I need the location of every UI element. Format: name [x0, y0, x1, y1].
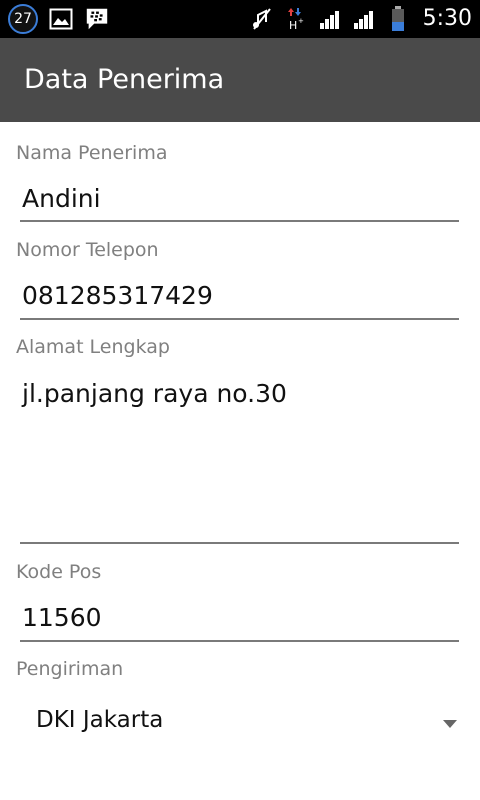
mute-icon	[249, 6, 275, 32]
notification-count-badge: 27	[8, 4, 38, 34]
status-bar-left: 27	[8, 4, 110, 34]
hspa-data-icon: H +	[283, 6, 309, 32]
nomor-telepon-input[interactable]: 081285317429	[20, 278, 459, 320]
notification-count: 27	[14, 11, 32, 27]
alamat-lengkap-value: jl.panjang raya no.30	[22, 379, 287, 408]
alamat-lengkap-input[interactable]: jl.panjang raya no.30	[20, 374, 459, 544]
kode-pos-value: 11560	[22, 603, 102, 632]
nama-penerima-label: Nama Penerima	[16, 142, 168, 164]
nama-penerima-input[interactable]: Andini	[20, 180, 459, 222]
nomor-telepon-label: Nomor Telepon	[16, 239, 159, 261]
status-time: 5:30	[422, 6, 472, 31]
pengiriman-selected-value: DKI Jakarta	[36, 707, 164, 733]
action-bar: Data Penerima	[0, 38, 480, 122]
nama-penerima-value: Andini	[22, 184, 101, 213]
signal-icon	[317, 6, 343, 32]
signal-icon	[351, 6, 377, 32]
bbm-icon	[84, 6, 110, 32]
status-bar-right: H + 5:30	[249, 4, 472, 34]
pengiriman-label: Pengiriman	[16, 658, 124, 680]
dropdown-arrow-icon	[442, 714, 458, 733]
alamat-lengkap-label: Alamat Lengkap	[16, 336, 170, 358]
kode-pos-label: Kode Pos	[16, 561, 102, 583]
nomor-telepon-value: 081285317429	[22, 281, 213, 310]
svg-text:H: H	[289, 19, 297, 31]
kode-pos-input[interactable]: 11560	[20, 600, 459, 642]
svg-text:+: +	[298, 17, 304, 25]
status-bar: 27 H + 5:30	[0, 0, 480, 38]
gallery-icon	[48, 6, 74, 32]
battery-icon	[385, 6, 411, 32]
pengiriman-spinner[interactable]: DKI Jakarta	[20, 696, 460, 744]
page-title: Data Penerima	[24, 64, 225, 95]
